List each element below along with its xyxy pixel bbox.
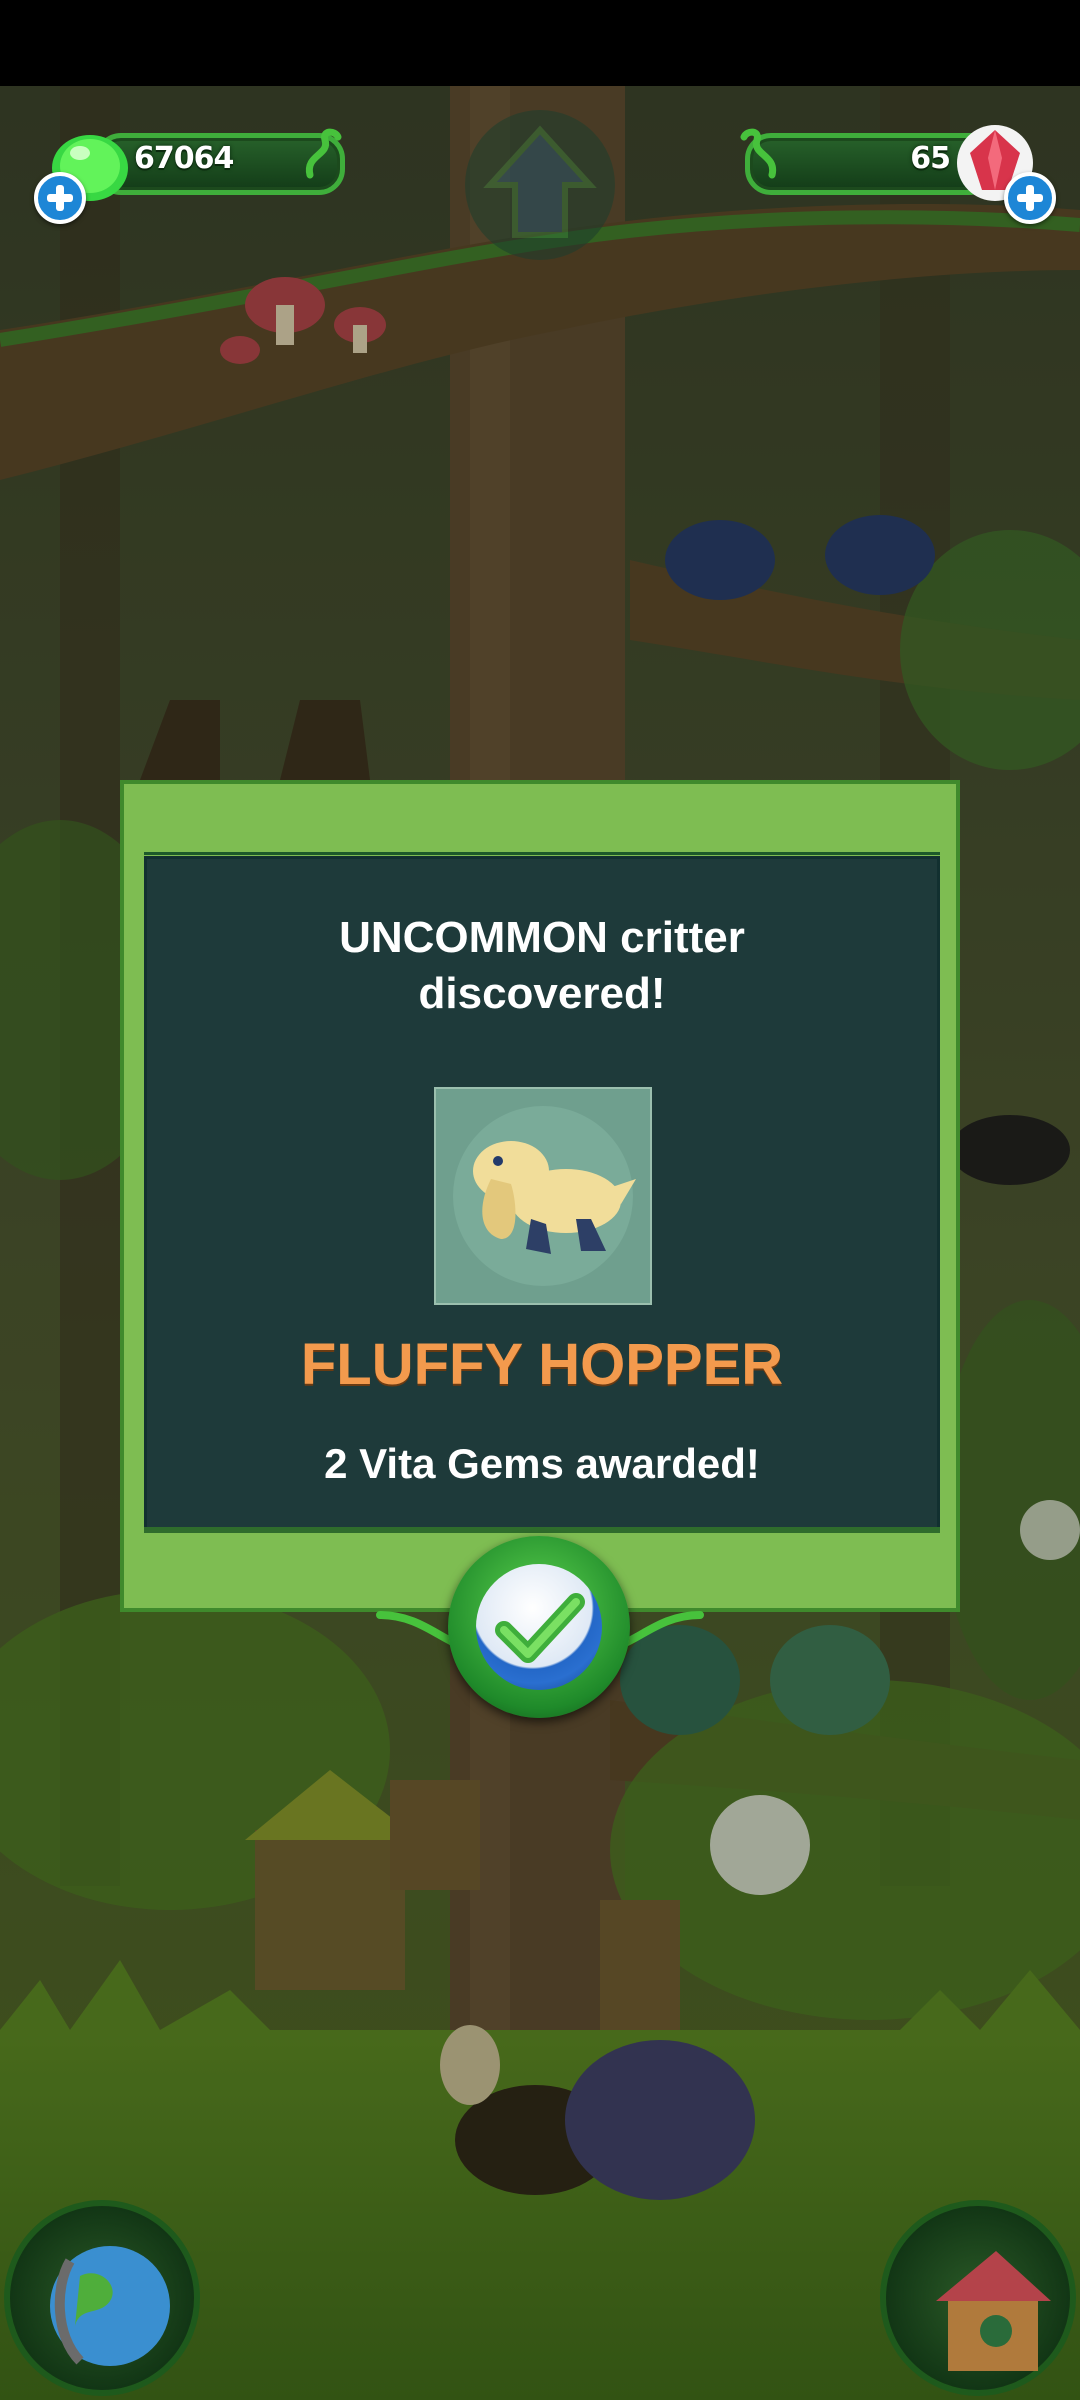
vine-icon <box>305 128 342 179</box>
habitat-button[interactable] <box>880 2200 1076 2396</box>
add-gems-plus-icon[interactable] <box>1004 172 1056 224</box>
add-slime-plus-icon[interactable] <box>34 172 86 224</box>
dialog-divider <box>144 852 940 855</box>
slime-count: 67064 <box>134 141 234 176</box>
gem-count: 65 <box>910 141 951 176</box>
critter-name: FLUFFY HOPPER <box>300 1332 784 1397</box>
confirm-button-face <box>476 1564 602 1690</box>
status-bar <box>0 0 1080 86</box>
critter-portrait <box>434 1087 652 1305</box>
dialog-heading-line: UNCOMMON critter <box>339 913 745 962</box>
dialog-heading: UNCOMMON critter discovered! <box>144 910 940 1022</box>
house-icon <box>936 2251 1051 2371</box>
fluffy-hopper-image <box>453 1106 636 1286</box>
globe-icon <box>50 2246 170 2366</box>
vine-icon <box>740 128 777 179</box>
dialog-divider <box>144 1527 940 1533</box>
confirm-button[interactable] <box>448 1536 630 1718</box>
dialog-heading-line: discovered! <box>418 969 666 1018</box>
reward-message: 2 Vita Gems awarded! <box>324 1440 760 1487</box>
world-map-button[interactable] <box>4 2200 200 2396</box>
check-icon <box>495 1593 585 1663</box>
